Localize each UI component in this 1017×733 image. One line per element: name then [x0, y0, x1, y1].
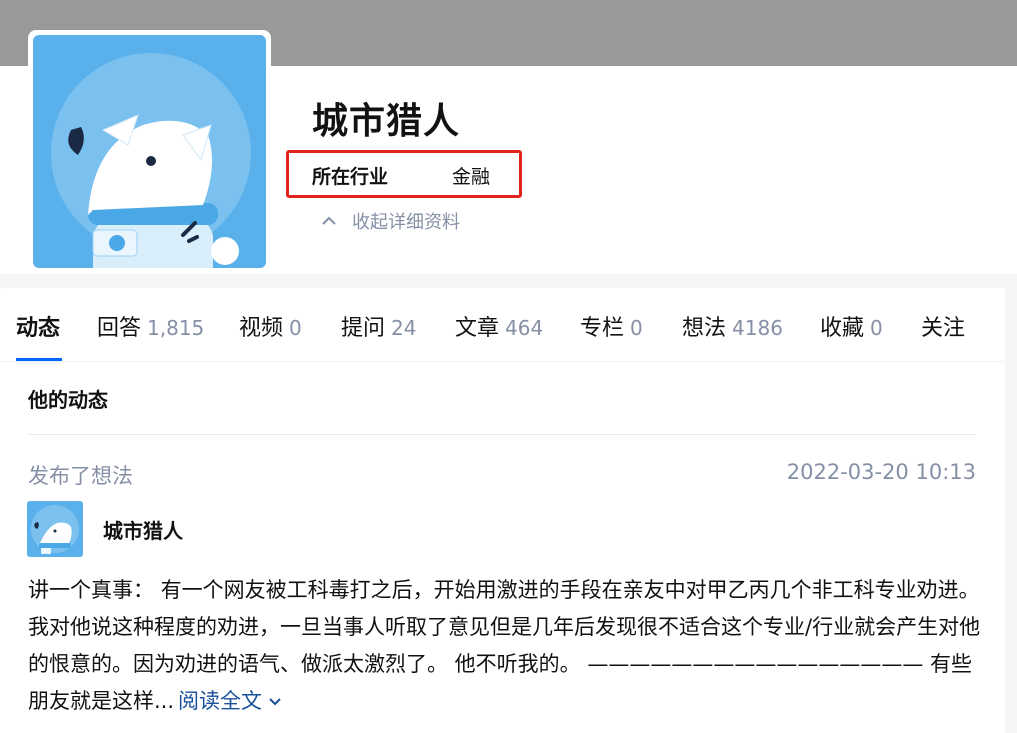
avatar-dog-image	[33, 35, 266, 268]
section-divider	[28, 434, 976, 435]
feed-timestamp[interactable]: 2022-03-20 10:13	[787, 460, 976, 484]
tab-label: 回答	[97, 316, 142, 341]
tab-activity[interactable]: 动态	[16, 310, 60, 342]
tab-count: 464	[505, 316, 544, 340]
collapse-details-button[interactable]: 收起详细资料	[318, 208, 460, 234]
feed-content-text: 讲一个真事： 有一个网友被工科毒打之后，开始用激进的手段在亲友中对甲乙丙几个非工…	[28, 578, 981, 713]
industry-label: 所在行业	[312, 166, 389, 188]
active-tab-indicator	[16, 358, 62, 361]
tab-label: 动态	[16, 316, 61, 341]
tab-count: 0	[289, 316, 302, 340]
tab-label: 提问	[341, 316, 386, 341]
section-title: 他的动态	[28, 388, 108, 412]
tab-thoughts[interactable]: 想法 4186	[682, 310, 783, 342]
tab-label: 专栏	[580, 316, 625, 341]
profile-avatar[interactable]	[28, 30, 271, 273]
author-name[interactable]: 城市猎人	[103, 515, 183, 544]
author-avatar[interactable]	[27, 501, 83, 557]
collapse-details-label: 收起详细资料	[352, 212, 460, 233]
tab-answers[interactable]: 回答 1,815	[97, 310, 204, 342]
industry-value: 金融	[452, 166, 491, 188]
tab-questions[interactable]: 提问 24	[341, 310, 416, 342]
tab-count: 0	[870, 316, 883, 340]
chevron-up-icon	[322, 216, 336, 225]
tab-label: 收藏	[820, 316, 865, 341]
tab-label: 视频	[239, 316, 284, 341]
profile-main-card: 动态 回答 1,815 视频 0 提问 24 文章 464 专栏 0 想法 4186 收藏 0…	[0, 288, 1005, 733]
tab-columns[interactable]: 专栏 0	[580, 310, 643, 342]
tab-articles[interactable]: 文章 464	[455, 310, 543, 342]
tab-count: 1,815	[147, 316, 205, 340]
chevron-down-icon	[269, 698, 281, 706]
tab-videos[interactable]: 视频 0	[239, 310, 302, 342]
feed-action-text: 发布了想法	[28, 464, 133, 488]
tab-following[interactable]: 关注	[921, 310, 965, 342]
read-more-label: 阅读全文	[178, 689, 263, 713]
tab-collections[interactable]: 收藏 0	[820, 310, 883, 342]
profile-name: 城市猎人	[312, 101, 461, 142]
tab-count: 4186	[732, 316, 783, 340]
read-more-link[interactable]: 阅读全文	[178, 689, 284, 713]
profile-tabs: 动态 回答 1,815 视频 0 提问 24 文章 464 专栏 0 想法 4186 收藏 0…	[0, 288, 1005, 362]
tab-count: 0	[630, 316, 643, 340]
tab-count: 24	[391, 316, 417, 340]
tab-label: 文章	[455, 316, 500, 341]
tab-label: 想法	[682, 316, 727, 341]
feed-content: 讲一个真事： 有一个网友被工科毒打之后，开始用激进的手段在亲友中对甲乙丙几个非工…	[28, 572, 983, 720]
tab-label: 关注	[921, 316, 966, 341]
